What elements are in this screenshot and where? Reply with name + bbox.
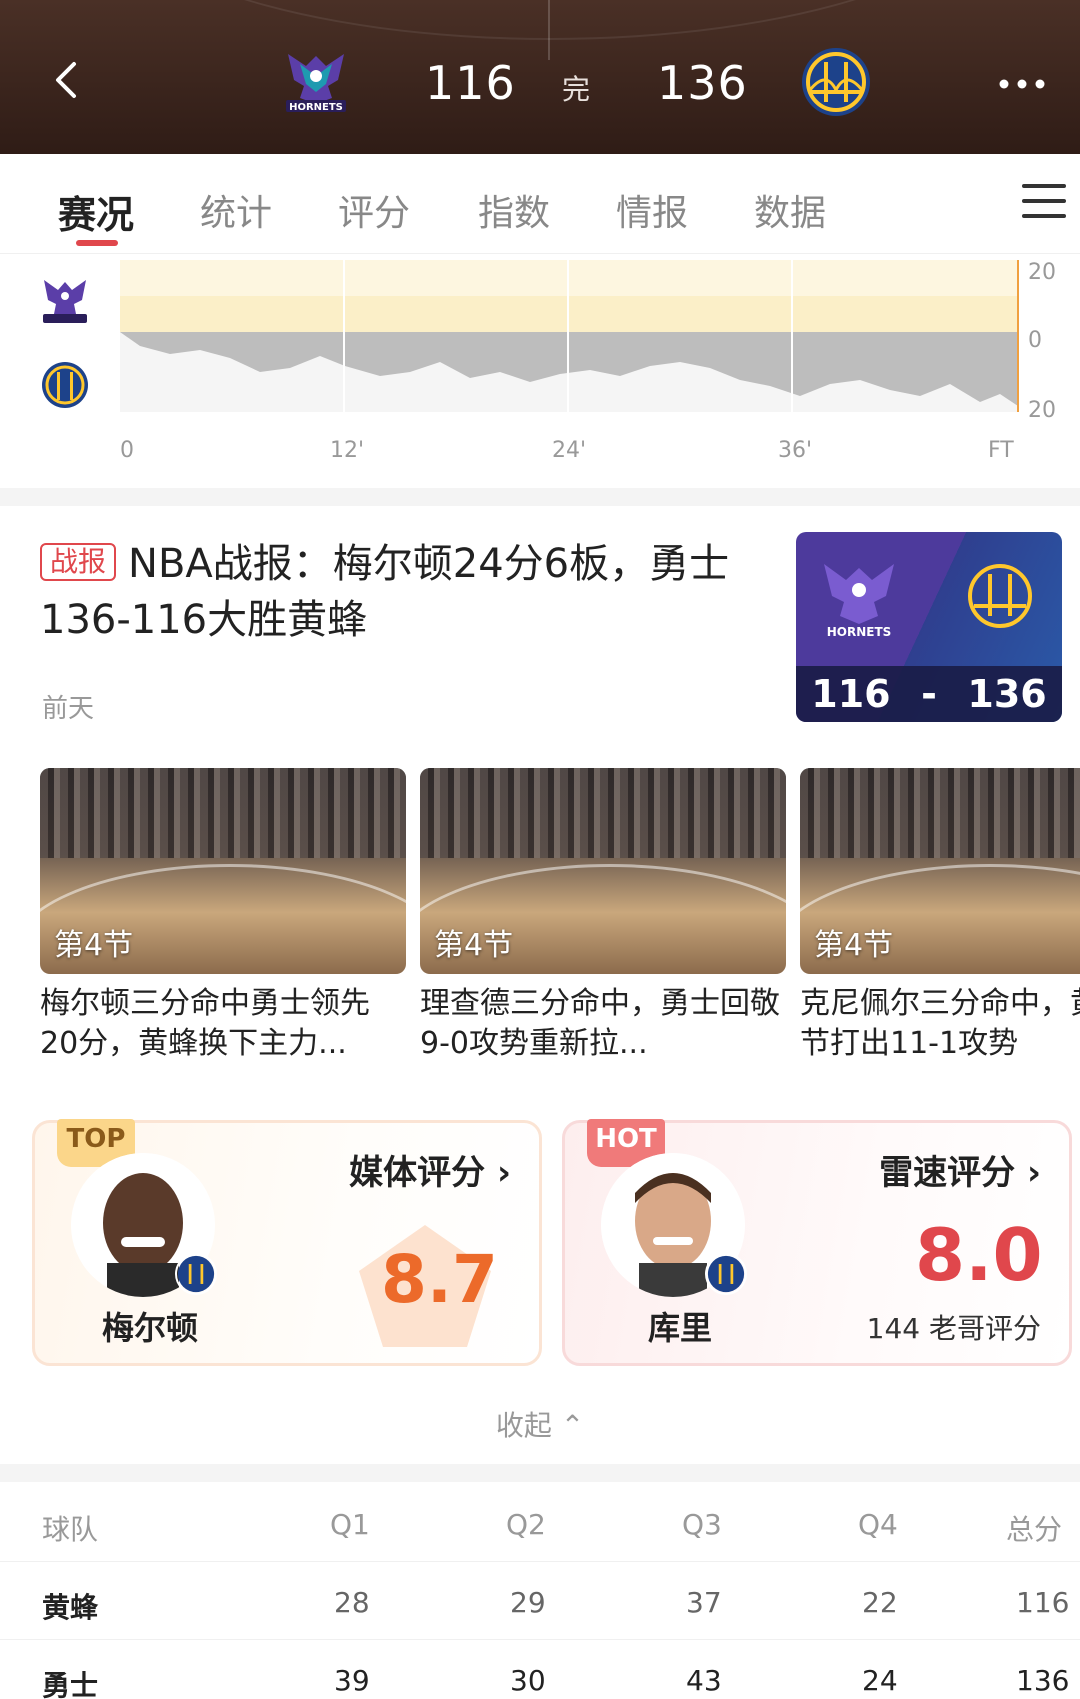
video-card[interactable]: 第4节 克尼佩尔三分命中，黄蜂末节打出11-1攻势: [800, 768, 1080, 1064]
tab-game[interactable]: 赛况: [58, 184, 134, 239]
q4-score: 22: [862, 1586, 898, 1619]
quarter-score-table: 球队 Q1 Q2 Q3 Q4 总分 黄蜂 28 29 37 22 116 勇士 …: [0, 1484, 1080, 1699]
news-time: 前天: [42, 694, 95, 724]
tab-bar: 赛况 统计 评分 指数 情报 数据: [0, 154, 1080, 254]
x-tick: 36': [778, 438, 813, 463]
hornets-logo[interactable]: HORNETS: [280, 46, 352, 118]
video-card[interactable]: 第4节 梅尔顿三分命中勇士领先20分，黄蜂换下主力...: [40, 768, 406, 1064]
thumb-score-sep: -: [921, 672, 937, 716]
warriors-logo[interactable]: [800, 46, 872, 118]
crowd-image: [800, 768, 1080, 858]
leisu-rating-score: 8.0: [915, 1213, 1043, 1297]
player-name: 梅尔顿: [101, 1309, 198, 1347]
y-tick-top: 20: [1028, 260, 1056, 285]
home-score: 116: [425, 56, 516, 110]
video-period: 第4节: [814, 928, 894, 963]
y-tick-mid: 0: [1028, 328, 1042, 353]
game-status: 完: [562, 73, 591, 106]
tab-odds[interactable]: 指数: [478, 184, 550, 236]
total-score: 136: [1016, 1664, 1070, 1697]
court-arc-decoration: [100, 0, 1000, 40]
table-row: 黄蜂 28 29 37 22 116: [0, 1562, 1080, 1640]
tab-ratings[interactable]: 评分: [338, 184, 410, 236]
video-carousel[interactable]: 第4节 梅尔顿三分命中勇士领先20分，黄蜂换下主力... 第4节 理查德三分命中…: [0, 768, 1080, 1068]
crowd-image: [40, 768, 406, 858]
warriors-mini-logo: [42, 362, 88, 408]
news-thumbnail[interactable]: HORNETS 116 - 136: [796, 532, 1062, 722]
q3-score: 43: [686, 1664, 722, 1697]
news-item[interactable]: 战报 NBA战报：梅尔顿24分6板，勇士136-116大胜黄蜂 前天 HORNET…: [0, 506, 1080, 748]
warriors-badge-icon: [175, 1253, 217, 1295]
q1-score: 28: [334, 1586, 370, 1619]
thumb-brand: HORNETS: [827, 625, 892, 639]
momentum-chart: 20 0 20 0 12' 24' 36' FT: [0, 254, 1080, 484]
x-tick: FT: [988, 438, 1014, 463]
warriors-logo: [968, 564, 1032, 628]
x-tick: 12': [330, 438, 365, 463]
video-caption[interactable]: 理查德三分命中，勇士回敬9-0攻势重新拉...: [420, 984, 786, 1064]
back-icon[interactable]: [52, 60, 80, 100]
thumb-home-score: 116: [811, 672, 891, 716]
menu-icon[interactable]: [1022, 182, 1066, 220]
table-row: 勇士 39 30 43 24 136: [0, 1640, 1080, 1699]
momentum-graph: [120, 260, 1019, 412]
thumb-score-bar: 116 - 136: [796, 666, 1062, 722]
q2-score: 30: [510, 1664, 546, 1697]
q2-score: 29: [510, 1586, 546, 1619]
video-card[interactable]: 第4节 理查德三分命中，勇士回敬9-0攻势重新拉...: [420, 768, 786, 1064]
hornets-logo: HORNETS: [824, 564, 894, 639]
collapse-button[interactable]: 收起 ⌃: [0, 1404, 1080, 1444]
video-caption[interactable]: 梅尔顿三分命中勇士领先20分，黄蜂换下主力...: [40, 984, 406, 1064]
tab-stats[interactable]: 统计: [200, 184, 272, 236]
q3-score: 37: [686, 1586, 722, 1619]
q1-score: 39: [334, 1664, 370, 1697]
x-tick: 0: [120, 438, 134, 463]
news-headline: NBA战报：梅尔顿24分6板，勇士136-116大胜黄蜂: [40, 541, 730, 643]
header-q4: Q4: [858, 1508, 898, 1541]
video-period: 第4节: [434, 928, 514, 963]
thumb-away-score: 136: [967, 672, 1047, 716]
news-title[interactable]: 战报 NBA战报：梅尔顿24分6板，勇士136-116大胜黄蜂: [40, 536, 760, 648]
court-line-decoration: [548, 0, 550, 60]
q4-score: 24: [862, 1664, 898, 1697]
section-divider: [0, 488, 1080, 506]
player-name: 库里: [647, 1309, 712, 1347]
leisu-rating-card[interactable]: HOT 库里 雷速评分 › 8.0 144 老哥评分: [562, 1119, 1072, 1366]
media-rating-card[interactable]: TOP 梅尔顿 媒体评分 › 8.7: [32, 1119, 542, 1366]
media-rating-title[interactable]: 媒体评分 ›: [349, 1145, 511, 1194]
warriors-badge-icon: [705, 1253, 747, 1295]
team-name: 勇士: [42, 1669, 99, 1699]
leisu-rating-title[interactable]: 雷速评分 ›: [879, 1145, 1041, 1194]
section-divider: [0, 1464, 1080, 1482]
svg-text:HORNETS: HORNETS: [289, 102, 343, 113]
hornets-mini-logo: [43, 280, 87, 323]
away-score: 136: [657, 56, 748, 110]
header-q1: Q1: [330, 1508, 370, 1541]
video-thumbnail[interactable]: 第4节: [420, 768, 786, 974]
y-tick-bottom: 20: [1028, 398, 1056, 423]
header-total: 总分: [1006, 1513, 1063, 1546]
video-period: 第4节: [54, 928, 134, 963]
header-q2: Q2: [506, 1508, 546, 1541]
x-tick: 24': [552, 438, 587, 463]
video-thumbnail[interactable]: 第4节: [800, 768, 1080, 974]
header-q3: Q3: [682, 1508, 722, 1541]
media-rating-score: 8.7: [381, 1241, 498, 1318]
total-score: 116: [1016, 1586, 1070, 1619]
header-team: 球队: [42, 1513, 99, 1546]
active-tab-indicator: [76, 240, 118, 246]
game-header: HORNETS 116 完 136: [0, 0, 1080, 154]
team-name: 黄蜂: [42, 1591, 99, 1624]
table-header-row: 球队 Q1 Q2 Q3 Q4 总分: [0, 1484, 1080, 1562]
voters-count: 144 老哥评分: [866, 1312, 1041, 1345]
crowd-image: [420, 768, 786, 858]
video-caption[interactable]: 克尼佩尔三分命中，黄蜂末节打出11-1攻势: [800, 984, 1080, 1064]
news-tag: 战报: [40, 543, 117, 581]
tab-data[interactable]: 数据: [754, 184, 826, 236]
more-icon[interactable]: [998, 78, 1046, 90]
tab-intel[interactable]: 情报: [616, 184, 688, 236]
video-thumbnail[interactable]: 第4节: [40, 768, 406, 974]
